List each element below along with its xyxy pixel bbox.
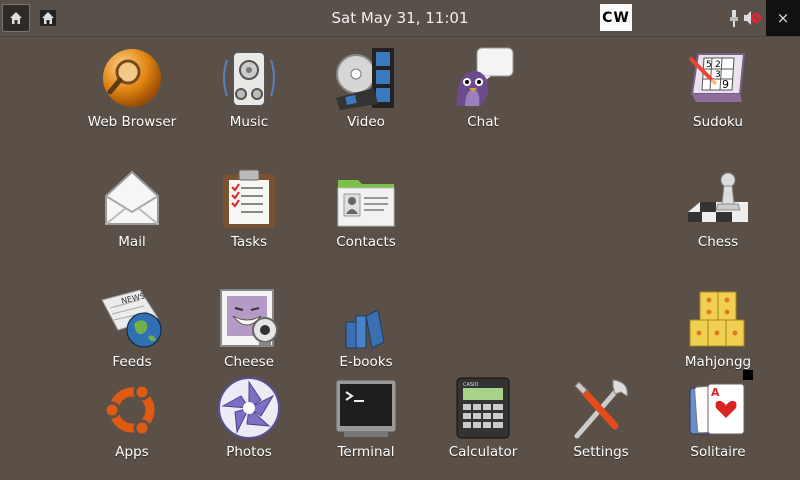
app-label: Solitaire xyxy=(690,444,746,460)
app-label: E-books xyxy=(339,354,393,370)
app-contacts[interactable]: Contacts xyxy=(306,160,426,260)
terminal-icon xyxy=(335,379,397,437)
aperture-photos-icon xyxy=(218,377,280,439)
app-label: Calculator xyxy=(448,444,518,460)
app-settings[interactable]: Settings xyxy=(541,370,661,470)
app-label: Mahjongg xyxy=(684,354,752,370)
app-sudoku[interactable]: 5 2 3 9 Sudoku xyxy=(658,40,778,140)
app-label: Sudoku xyxy=(693,114,743,130)
app-apps[interactable]: Apps xyxy=(72,370,192,470)
app-label: Chess xyxy=(697,234,739,250)
cw-logo[interactable]: CW xyxy=(600,4,632,31)
mail-envelope-icon xyxy=(105,170,159,225)
web-browser-icon xyxy=(103,49,161,107)
close-icon: × xyxy=(776,9,790,27)
app-feeds[interactable]: NEWS Feeds xyxy=(72,280,192,380)
sudoku-digit: 3 xyxy=(715,70,721,80)
books-icon xyxy=(345,309,385,349)
speaker-icon xyxy=(223,51,275,107)
home-icon xyxy=(40,10,56,26)
app-label: Photos xyxy=(226,444,272,460)
close-button[interactable]: × xyxy=(766,0,800,36)
sudoku-digit: 9 xyxy=(722,78,729,91)
mahjongg-tiles-icon xyxy=(689,291,745,347)
app-e-books[interactable]: E-books xyxy=(306,280,426,380)
ubuntu-logo-icon xyxy=(103,383,155,437)
sudoku-digit: 5 xyxy=(706,60,712,70)
app-chat[interactable]: Chat xyxy=(423,40,543,140)
home-button[interactable] xyxy=(2,4,30,32)
home-secondary-button[interactable] xyxy=(34,4,62,32)
app-label: Mail xyxy=(118,234,146,250)
app-music[interactable]: Music xyxy=(189,40,309,140)
app-label: Tasks xyxy=(230,234,268,250)
calculator-icon: CASIO xyxy=(456,377,510,439)
newspaper-globe-icon: NEWS xyxy=(101,289,162,348)
app-label: Chat xyxy=(467,114,499,130)
clock: Sat May 31, 11:01 xyxy=(331,9,469,27)
app-terminal[interactable]: Terminal xyxy=(306,370,426,470)
sudoku-digit: 2 xyxy=(715,60,721,70)
clipboard-tasks-icon xyxy=(223,169,275,228)
home-icon xyxy=(10,12,22,24)
app-chess[interactable]: Chess xyxy=(658,160,778,260)
app-label: Contacts xyxy=(336,234,396,250)
app-label: Settings xyxy=(573,444,629,460)
app-label: Music xyxy=(229,114,269,130)
calculator-brand: CASIO xyxy=(463,382,479,388)
card-rank: A xyxy=(711,386,720,399)
app-label: Terminal xyxy=(337,444,395,460)
contacts-folder-icon xyxy=(337,180,395,227)
app-label: Web Browser xyxy=(87,114,177,130)
app-solitaire[interactable]: A Solitaire xyxy=(658,370,778,470)
usb-icon[interactable] xyxy=(728,9,740,27)
sudoku-grid-icon: 5 2 3 9 xyxy=(688,53,746,102)
app-label: Feeds xyxy=(112,354,152,370)
app-cheese[interactable]: Cheese xyxy=(189,280,309,380)
top-bar: Sat May 31, 11:01 CW × xyxy=(0,0,800,37)
app-web-browser[interactable]: Web Browser xyxy=(72,40,192,140)
chess-pawn-icon xyxy=(688,172,748,222)
cheese-webcam-icon xyxy=(220,289,278,347)
app-video[interactable]: Video xyxy=(306,40,426,140)
playing-cards-icon: A xyxy=(689,383,745,435)
app-mahjongg[interactable]: Mahjongg xyxy=(658,280,778,380)
app-mail[interactable]: Mail xyxy=(72,160,192,260)
pidgin-chat-icon xyxy=(456,47,514,106)
app-tasks[interactable]: Tasks xyxy=(189,160,309,260)
app-label: Video xyxy=(347,114,385,130)
app-label: Apps xyxy=(115,444,149,460)
settings-tools-icon xyxy=(574,379,628,439)
app-photos[interactable]: Photos xyxy=(189,370,309,470)
app-calculator[interactable]: CASIO Calculator xyxy=(423,370,543,470)
video-film-icon xyxy=(336,48,394,110)
volume-muted-icon[interactable] xyxy=(743,9,761,27)
app-label: Cheese xyxy=(224,354,274,370)
